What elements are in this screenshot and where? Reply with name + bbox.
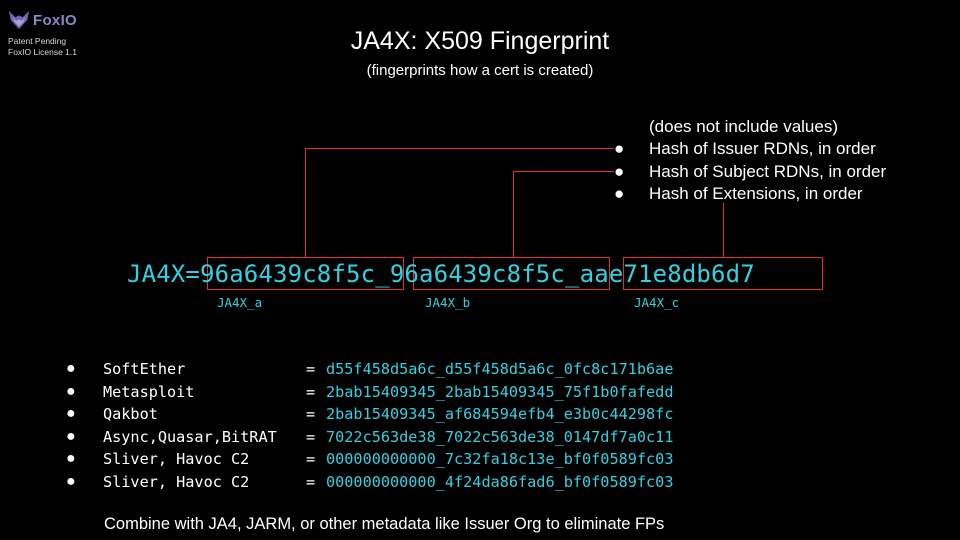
bullet-icon: ● xyxy=(614,139,625,158)
logo-text: FoxIO xyxy=(33,11,78,29)
example-equals: = xyxy=(306,405,316,424)
example-name: Sliver, Havoc C2 xyxy=(103,450,250,469)
label-ja4x-c: JA4X_c xyxy=(634,295,680,310)
example-value: d55f458d5a6c_d55f458d5a6c_0fc8c171b6ae xyxy=(326,360,674,378)
example-value: 7022c563de38_7022c563de38_0147df7a0c11 xyxy=(326,427,674,446)
fingerprint-part-b: 96a6439c8f5c xyxy=(389,260,566,288)
list-item: ● Hash of Issuer RDNs, in order xyxy=(614,138,886,161)
connector-issuer xyxy=(305,148,614,257)
connector-subject xyxy=(513,171,614,257)
example-value: 000000000000_4f24da86fad6_bf0f0589fc03 xyxy=(326,472,674,491)
slide-subtitle: (fingerprints how a cert is created) xyxy=(366,62,594,79)
description-item: Hash of Issuer RDNs, in order xyxy=(649,139,876,158)
bullet-icon: ● xyxy=(66,360,76,377)
description-item: Hash of Subject RDNs, in order xyxy=(649,161,887,181)
examples-list: ● SoftEther = d55f458d5a6c_d55f458d5a6c_0fc… xyxy=(66,358,673,494)
list-item: ● Metasploit = 2bab15409345_2bab15409345_75… xyxy=(66,381,673,404)
example-equals: = xyxy=(306,450,316,469)
list-item: ● Async,Quasar,BitRAT = 7022c563de38_7022c5… xyxy=(66,426,673,449)
list-item: ● Sliver, Havoc C2 = 000000000000_7c32fa18c… xyxy=(66,448,673,471)
fingerprint-prefix: JA4X= xyxy=(127,260,200,288)
slide-title: JA4X: X509 Fingerprint xyxy=(350,27,610,55)
fingerprint-separator: _ xyxy=(565,260,580,288)
bullet-icon: ● xyxy=(614,184,625,203)
fingerprint-part-a: 96a6439c8f5c xyxy=(200,260,376,288)
bullet-icon: ● xyxy=(66,472,76,490)
bullet-icon: ● xyxy=(614,161,625,181)
example-name: SoftEther xyxy=(103,360,186,378)
bullet-icon: ● xyxy=(66,427,76,445)
list-item: ● Hash of Subject RDNs, in order xyxy=(614,161,886,184)
bullet-icon: ● xyxy=(66,450,76,468)
fingerprint-part-c: aae71e8db6d7 xyxy=(579,260,755,288)
label-ja4x-b: JA4X_b xyxy=(425,295,471,310)
example-equals: = xyxy=(306,427,316,446)
example-equals: = xyxy=(306,382,316,401)
list-item: ● Hash of Extensions, in order xyxy=(614,183,886,206)
bullet-icon: ● xyxy=(66,382,76,400)
fingerprint-separator: _ xyxy=(375,260,390,288)
example-name: Sliver, Havoc C2 xyxy=(103,472,250,491)
bullet-icon: ● xyxy=(66,405,76,423)
description-item: Hash of Extensions, in order xyxy=(649,184,863,203)
label-ja4x-a: JA4X_a xyxy=(217,295,263,310)
footer-note: Combine with JA4, JARM, or other metadat… xyxy=(104,515,665,533)
example-value: 000000000000_7c32fa18c13e_bf0f0589fc03 xyxy=(326,450,674,469)
description-note: (does not include values) xyxy=(649,117,839,136)
ja4x-fingerprint: JA4X=96a6439c8f5c_96a6439c8f5c_aae71e8db… xyxy=(127,258,755,290)
example-equals: = xyxy=(306,472,316,491)
description-list: ● Hash of Issuer RDNs, in order ● Hash of … xyxy=(614,138,886,206)
list-item: ● SoftEther = d55f458d5a6c_d55f458d5a6c_0fc… xyxy=(66,358,673,381)
example-value: 2bab15409345_af684594efb4_e3b0c44298fc xyxy=(326,405,674,424)
example-value: 2bab15409345_2bab15409345_75f1b0fafedd xyxy=(326,382,674,401)
example-equals: = xyxy=(306,360,316,378)
list-item: ● Qakbot = 2bab15409345_af684594efb4_e3b0c4… xyxy=(66,403,673,426)
example-name: Qakbot xyxy=(103,405,158,424)
example-name: Metasploit xyxy=(103,382,195,401)
list-item: ● Sliver, Havoc C2 = 000000000000_4f24da86f… xyxy=(66,471,673,494)
example-name: Async,Quasar,BitRAT xyxy=(103,427,277,446)
